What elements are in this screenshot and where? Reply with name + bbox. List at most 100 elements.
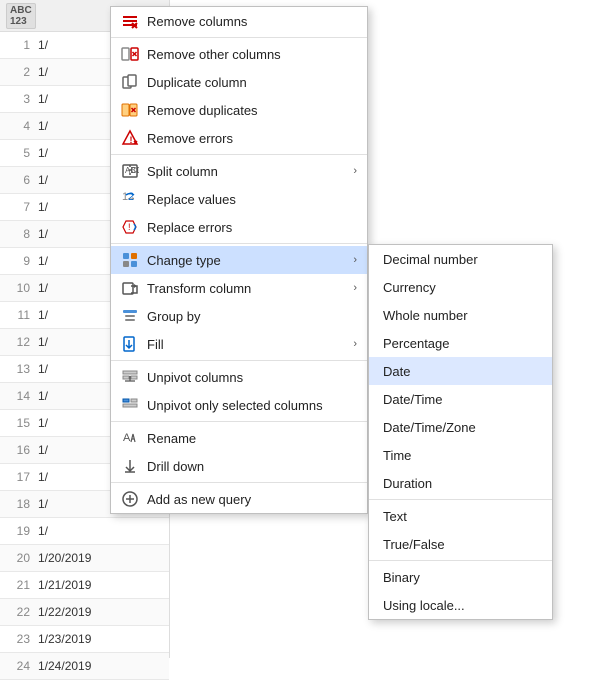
- remove-errors-label: Remove errors: [147, 131, 357, 146]
- row-value: 1/: [38, 38, 48, 52]
- group-by-icon: [121, 307, 139, 325]
- menu-item-remove-errors[interactable]: ! Remove errors: [111, 124, 367, 152]
- row-value: 1/23/2019: [38, 632, 91, 646]
- split-column-icon: ABCD: [121, 162, 139, 180]
- menu-item-remove-columns[interactable]: Remove columns: [111, 7, 367, 35]
- svg-text:!: !: [128, 222, 131, 232]
- drill-down-label: Drill down: [147, 459, 357, 474]
- submenu-item-time[interactable]: Time: [369, 441, 552, 469]
- row-value: 1/: [38, 389, 48, 403]
- transform-column-label: Transform column: [147, 281, 345, 296]
- rename-label: Rename: [147, 431, 357, 446]
- submenu-item-percentage[interactable]: Percentage: [369, 329, 552, 357]
- table-row: 22 1/22/2019: [0, 599, 169, 626]
- menu-item-add-as-new-query[interactable]: Add as new query: [111, 485, 367, 513]
- menu-divider-4: [111, 360, 367, 361]
- remove-duplicates-icon: [121, 101, 139, 119]
- menu-item-remove-other-columns[interactable]: Remove other columns: [111, 40, 367, 68]
- row-number: 5: [6, 146, 30, 160]
- transform-column-icon: [121, 279, 139, 297]
- row-value: 1/: [38, 146, 48, 160]
- submenu-item-binary[interactable]: Binary: [369, 563, 552, 591]
- row-number: 15: [6, 416, 30, 430]
- row-number: 10: [6, 281, 30, 295]
- menu-item-fill[interactable]: Fill›: [111, 330, 367, 358]
- svg-text:CD: CD: [131, 166, 139, 175]
- row-value: 1/20/2019: [38, 551, 91, 565]
- submenu-item-datetime[interactable]: Date/Time: [369, 385, 552, 413]
- remove-columns-label: Remove columns: [147, 14, 357, 29]
- row-value: 1/: [38, 65, 48, 79]
- context-menu: Remove columns Remove other columns Duplic…: [110, 6, 368, 514]
- row-number: 9: [6, 254, 30, 268]
- row-number: 11: [6, 308, 30, 322]
- menu-item-replace-errors[interactable]: ! Replace errors: [111, 213, 367, 241]
- group-by-label: Group by: [147, 309, 357, 324]
- row-value: 1/22/2019: [38, 605, 91, 619]
- row-value: 1/: [38, 200, 48, 214]
- row-number: 19: [6, 524, 30, 538]
- remove-other-columns-label: Remove other columns: [147, 47, 357, 62]
- row-value: 1/: [38, 173, 48, 187]
- svg-text:A: A: [123, 432, 131, 444]
- menu-item-unpivot-only-selected[interactable]: Unpivot only selected columns: [111, 391, 367, 419]
- col-type-badge: ABC123: [6, 3, 36, 29]
- menu-item-group-by[interactable]: Group by: [111, 302, 367, 330]
- fill-label: Fill: [147, 337, 345, 352]
- row-number: 7: [6, 200, 30, 214]
- menu-item-unpivot-columns[interactable]: Unpivot columns: [111, 363, 367, 391]
- menu-item-change-type[interactable]: Change type›: [111, 246, 367, 274]
- row-number: 21: [6, 578, 30, 592]
- submenu-item-whole-number[interactable]: Whole number: [369, 301, 552, 329]
- row-number: 24: [6, 659, 30, 673]
- table-row: 19 1/: [0, 518, 169, 545]
- table-row: 201/20/2019: [0, 545, 169, 572]
- menu-divider-6: [111, 482, 367, 483]
- row-value: 1/: [38, 254, 48, 268]
- row-number: 13: [6, 362, 30, 376]
- add-as-new-query-label: Add as new query: [147, 492, 357, 507]
- drill-down-icon: [121, 457, 139, 475]
- unpivot-only-selected-label: Unpivot only selected columns: [147, 398, 357, 413]
- row-value: 1/: [38, 308, 48, 322]
- svg-text:!: !: [130, 135, 133, 145]
- row-number: 3: [6, 92, 30, 106]
- table-row: 241/24/2019: [0, 653, 169, 680]
- row-value: 1/: [38, 362, 48, 376]
- replace-errors-label: Replace errors: [147, 220, 357, 235]
- submenu-item-duration[interactable]: Duration: [369, 469, 552, 497]
- remove-other-columns-icon: [121, 45, 139, 63]
- menu-item-transform-column[interactable]: Transform column›: [111, 274, 367, 302]
- menu-item-duplicate-column[interactable]: Duplicate column: [111, 68, 367, 96]
- table-row: 211/21/2019: [0, 572, 169, 599]
- row-value: 1/: [38, 227, 48, 241]
- unpivot-columns-icon: [121, 368, 139, 386]
- submenu-divider-text: [369, 499, 552, 500]
- replace-values-label: Replace values: [147, 192, 357, 207]
- submenu-item-currency[interactable]: Currency: [369, 273, 552, 301]
- submenu-item-decimal-number[interactable]: Decimal number: [369, 245, 552, 273]
- menu-item-remove-duplicates[interactable]: Remove duplicates: [111, 96, 367, 124]
- row-value: 1/: [38, 119, 48, 133]
- submenu-item-truefalse[interactable]: True/False: [369, 530, 552, 558]
- menu-item-rename[interactable]: A Rename: [111, 424, 367, 452]
- row-value: 1/: [38, 281, 48, 295]
- submenu-item-text[interactable]: Text: [369, 502, 552, 530]
- table-row: 231/23/2019: [0, 626, 169, 653]
- row-value: 1/: [38, 524, 48, 538]
- row-number: 14: [6, 389, 30, 403]
- row-value: 1/: [38, 443, 48, 457]
- menu-divider-2: [111, 154, 367, 155]
- submenu-item-using-locale[interactable]: Using locale...: [369, 591, 552, 619]
- split-column-arrow-icon: ›: [353, 165, 357, 177]
- row-number: 22: [6, 605, 30, 619]
- menu-item-replace-values[interactable]: 12→Replace values: [111, 185, 367, 213]
- row-value: 1/: [38, 497, 48, 511]
- submenu-item-date[interactable]: Date: [369, 357, 552, 385]
- row-number: 12: [6, 335, 30, 349]
- add-as-new-query-icon: [121, 490, 139, 508]
- duplicate-column-label: Duplicate column: [147, 75, 357, 90]
- menu-item-split-column[interactable]: ABCDSplit column›: [111, 157, 367, 185]
- menu-item-drill-down[interactable]: Drill down: [111, 452, 367, 480]
- submenu-item-datetimezone[interactable]: Date/Time/Zone: [369, 413, 552, 441]
